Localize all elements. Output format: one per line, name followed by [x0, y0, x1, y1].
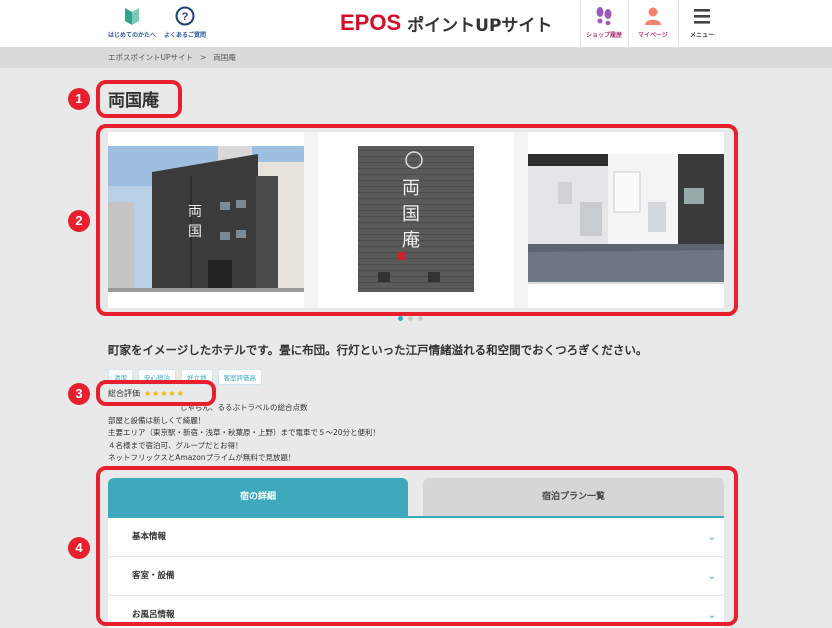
logo-site-name: ポイントUPサイト — [407, 15, 553, 36]
faq-link[interactable]: ? よくあるご質問 — [162, 6, 208, 39]
rating-label: 総合評価 — [108, 389, 140, 398]
gallery-pagination[interactable] — [398, 316, 423, 321]
mypage-link[interactable]: マイページ — [634, 6, 672, 39]
accordion-room-facilities[interactable]: 客室・設備 ⌄ — [108, 557, 724, 596]
gallery-slide-sign[interactable]: 両 国 庵 — [318, 132, 514, 308]
svg-text:?: ? — [182, 11, 189, 23]
hotel-info-text: じゃらん、るるぶトラベルの総合点数 部屋と設備は新しくて綺麗！ 主要エリア（東京… — [108, 402, 380, 465]
svg-text:国: 国 — [188, 224, 202, 240]
gallery-slide-room[interactable] — [528, 132, 724, 308]
svg-text:両: 両 — [402, 178, 420, 199]
shop-history-link[interactable]: ショップ履歴 — [584, 6, 624, 39]
rating-stars: ★★★★★ — [144, 389, 185, 398]
question-circle-icon: ? — [175, 6, 195, 26]
breadcrumb-home-link[interactable]: エポスポイントUPサイト — [108, 53, 193, 62]
accordion-list: 基本情報 ⌄ 客室・設備 ⌄ お風呂情報 ⌄ — [108, 518, 724, 628]
hotel-description: 町家をイメージしたホテルです。畳に布団。行灯といった江戸情緒溢れる和空間でおくつ… — [108, 343, 648, 357]
tag-item[interactable]: 客室評価高 — [217, 369, 262, 385]
user-icon — [645, 7, 661, 25]
annotation-badge-2: 2 — [68, 210, 90, 232]
header-divider — [628, 0, 629, 48]
breadcrumb-separator: > — [200, 53, 207, 62]
site-header: はじめてのかたへ ? よくあるご質問 EPOS ポイントUPサイト ショップ履歴… — [0, 0, 832, 48]
svg-text:庵: 庵 — [402, 230, 420, 251]
tag-list: 清潔 安心宿泊 好立地 客室評価高 — [108, 369, 262, 385]
annotation-badge-4: 4 — [68, 537, 90, 559]
footprints-icon — [596, 7, 612, 26]
hotel-exterior-image: 両 国 — [108, 132, 304, 308]
svg-text:両: 両 — [188, 204, 202, 220]
breadcrumb: エポスポイントUPサイト > 両国庵 — [0, 48, 832, 68]
info-line: ネットフリックスとAmazonプライムが無料で見放題！ — [108, 453, 296, 462]
chevron-down-icon: ⌄ — [707, 532, 716, 543]
menu-label: メニュー — [689, 32, 714, 39]
annotation-badge-1: 1 — [68, 88, 90, 110]
tag-item[interactable]: 好立地 — [181, 369, 213, 385]
header-divider — [580, 0, 581, 48]
faq-label: よくあるご質問 — [163, 32, 206, 39]
breadcrumb-current: 両国庵 — [213, 53, 236, 62]
hotel-room-image — [528, 132, 724, 308]
beginner-guide-label: はじめてのかたへ — [107, 32, 156, 39]
accordion-label: 客室・設備 — [132, 571, 175, 581]
gallery-slide-exterior[interactable]: 両 国 — [108, 132, 304, 308]
shop-history-label: ショップ履歴 — [585, 32, 622, 39]
chevron-down-icon: ⌄ — [707, 610, 716, 621]
photo-gallery[interactable]: 両 国 両 国 庵 — [108, 132, 724, 308]
accordion-basic-info[interactable]: 基本情報 ⌄ — [108, 518, 724, 557]
annotation-badge-3: 3 — [68, 383, 90, 405]
beginner-guide-link[interactable]: はじめてのかたへ — [104, 6, 160, 39]
details-panel: 宿の詳細 宿泊プラン一覧 基本情報 ⌄ 客室・設備 ⌄ お風呂情報 ⌄ — [108, 478, 724, 628]
info-line: 主要エリア（東京駅・新宿・浅草・秋葉原・上野）まで電車で５～20分と便利！ — [108, 428, 381, 437]
hamburger-menu-icon — [694, 9, 710, 24]
info-line: 部屋と設備は新しくて綺麗！ — [108, 415, 206, 425]
gallery-dot-1[interactable] — [398, 316, 403, 321]
accordion-bath-info[interactable]: お風呂情報 ⌄ — [108, 596, 724, 628]
tab-plan-list[interactable]: 宿泊プラン一覧 — [423, 478, 724, 516]
accordion-label: 基本情報 — [132, 532, 167, 542]
page-title: 両国庵 — [108, 91, 159, 111]
gallery-dot-2[interactable] — [408, 316, 413, 321]
logo-brand: EPOS — [340, 10, 402, 35]
svg-text:国: 国 — [402, 204, 420, 225]
info-line: ４名様まで宿泊可、グループだとお得！ — [108, 440, 243, 450]
site-logo[interactable]: EPOS ポイントUPサイト — [340, 10, 552, 36]
hotel-sign-image: 両 国 庵 — [318, 132, 514, 308]
tag-item[interactable]: 安心宿泊 — [138, 369, 176, 385]
info-line: じゃらん、るるぶトラベルの総合点数 — [180, 403, 308, 412]
accordion-label: お風呂情報 — [132, 610, 175, 620]
gallery-dot-3[interactable] — [418, 316, 423, 321]
mypage-label: マイページ — [638, 32, 668, 39]
tab-hotel-details[interactable]: 宿の詳細 — [108, 478, 408, 516]
menu-button[interactable]: メニュー — [684, 6, 720, 39]
header-divider — [678, 0, 679, 48]
tag-item[interactable]: 清潔 — [108, 369, 133, 385]
overall-rating: 総合評価 ★★★★★ — [108, 388, 185, 399]
chevron-down-icon: ⌄ — [707, 571, 716, 582]
beginner-leaf-icon — [125, 8, 139, 25]
